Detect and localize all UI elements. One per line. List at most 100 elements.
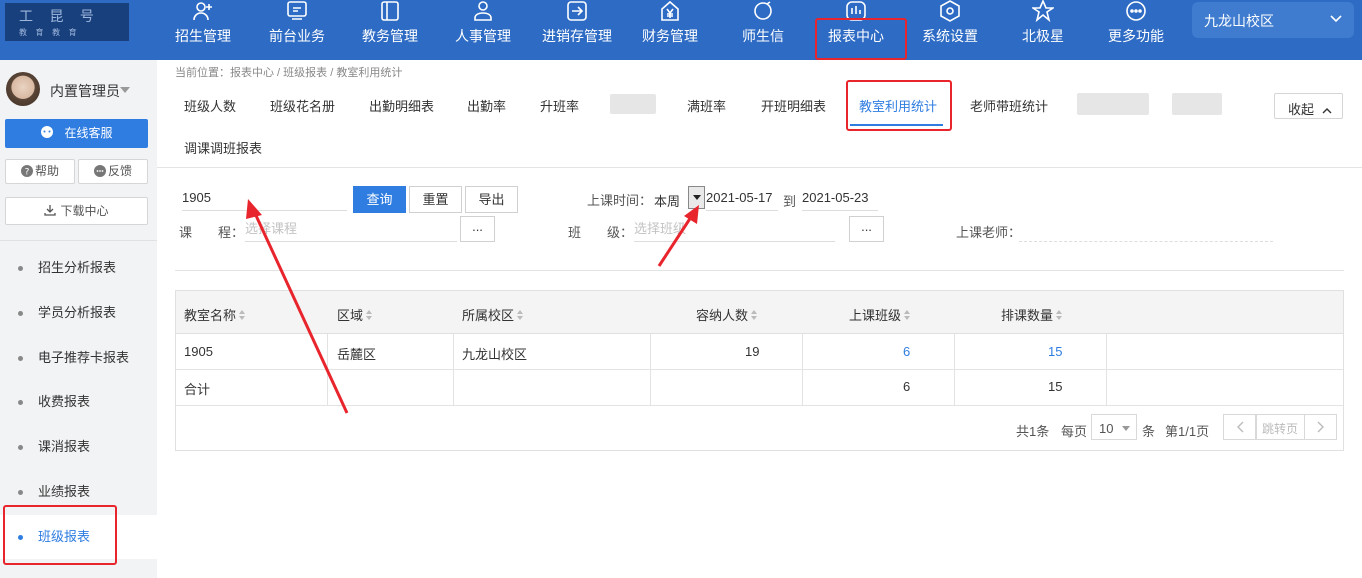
jump-page-label: 跳转页	[1262, 422, 1299, 436]
prev-page-button[interactable]	[1223, 414, 1256, 440]
sidebar-item-label: 课消报表	[38, 439, 91, 454]
page-size-select[interactable]: 10	[1091, 414, 1137, 440]
course-label: 课 程：	[179, 225, 245, 240]
yen-icon	[661, 0, 679, 21]
period-value[interactable]: 本周	[654, 191, 680, 210]
comment-icon	[93, 165, 106, 177]
logo[interactable]: 工 昆 号教 育 教 育	[5, 3, 129, 41]
nav-hr[interactable]: 人事管理	[438, 0, 528, 60]
sidebar-item-lesson-report[interactable]: 课消报表	[0, 425, 157, 469]
svg-text:?: ?	[25, 168, 30, 178]
teacher-input[interactable]	[1019, 216, 1273, 242]
tab-class-opening-detail[interactable]: 开班明细表	[761, 96, 826, 115]
nav-north-star[interactable]: 北极星	[998, 0, 1088, 60]
column-header[interactable]: 区域	[337, 305, 373, 324]
course-picker-button[interactable]: ...	[460, 216, 495, 242]
date-to-input[interactable]	[802, 185, 878, 211]
book-icon	[381, 1, 399, 21]
sort-icon[interactable]	[517, 310, 524, 321]
column-header[interactable]: 容纳人数	[696, 305, 758, 324]
table-cell-total-lessons: 15	[1048, 379, 1063, 394]
online-service-label: 在线客服	[64, 126, 113, 140]
sort-icon[interactable]	[366, 310, 373, 321]
reset-button[interactable]: 重置	[409, 186, 462, 213]
collapse-label: 收起	[1288, 102, 1315, 117]
keyword-input[interactable]	[182, 185, 347, 211]
to-label: 到	[783, 194, 797, 209]
sidebar-item-student-report[interactable]: 学员分析报表	[0, 291, 157, 335]
chevron-right-icon	[1317, 421, 1324, 433]
jump-page-button[interactable]: 跳转页	[1256, 414, 1305, 440]
sidebar-item-label: 招生分析报表	[38, 260, 117, 275]
sidebar-item-class-report[interactable]: 班级报表	[0, 515, 157, 559]
person-icon	[474, 1, 492, 21]
online-service-button[interactable]: 在线客服	[5, 119, 148, 148]
column-header[interactable]: 排课数量	[1001, 305, 1063, 324]
sidebar-item-fee-report[interactable]: 收费报表	[0, 380, 157, 424]
sort-icon[interactable]	[751, 310, 758, 321]
sidebar-item-label: 班级报表	[38, 529, 91, 544]
bullet-icon	[18, 535, 23, 540]
column-header-label: 教室名称	[184, 308, 237, 323]
campus-selector[interactable]: 九龙山校区	[1192, 2, 1354, 38]
chat-icon	[41, 126, 54, 138]
nav-finance[interactable]: 财务管理	[625, 0, 715, 60]
sort-icon[interactable]	[1056, 310, 1063, 321]
nav-label: 师生信	[742, 28, 784, 44]
chat-icon	[754, 1, 772, 20]
nav-label: 系统设置	[922, 28, 978, 44]
avatar[interactable]	[6, 72, 40, 106]
class-label: 班 级：	[568, 225, 634, 240]
tab-class-size[interactable]: 班级人数	[184, 96, 236, 115]
period-dropdown[interactable]	[688, 186, 705, 209]
table-cell-campus: 九龙山校区	[462, 347, 528, 362]
tab-full-rate[interactable]: 满班率	[687, 96, 726, 115]
nav-recruit[interactable]: 招生管理	[158, 0, 248, 60]
nav-label: 财务管理	[642, 28, 698, 44]
sort-icon[interactable]	[904, 310, 911, 321]
column-header-label: 排课数量	[1001, 308, 1054, 323]
table-cell-total-classes: 6	[903, 379, 911, 394]
caret-down-icon[interactable]	[120, 87, 130, 93]
next-page-button[interactable]	[1304, 414, 1337, 440]
nav-settings[interactable]: 系统设置	[905, 0, 995, 60]
tab-reschedule-report[interactable]: 调课调班报表	[184, 138, 262, 157]
tab-classroom-usage[interactable]: 教室利用统计	[859, 96, 937, 115]
query-button[interactable]: 查询	[353, 186, 406, 213]
download-center-button[interactable]: 下载中心	[5, 197, 148, 225]
date-from-input[interactable]	[706, 185, 778, 211]
feedback-button[interactable]: 反馈	[78, 159, 148, 184]
tab-teacher-classes[interactable]: 老师带班统计	[970, 96, 1048, 115]
class-picker-button[interactable]: ...	[849, 216, 884, 242]
tab-attendance-rate[interactable]: 出勤率	[467, 96, 506, 115]
table-cell-lessons-link[interactable]: 15	[1048, 344, 1062, 359]
column-header[interactable]: 教室名称	[184, 305, 246, 324]
nav-messages[interactable]: 师生信	[718, 0, 808, 60]
help-button[interactable]: ? 帮助	[5, 159, 75, 184]
tab-attendance-detail[interactable]: 出勤明细表	[369, 96, 434, 115]
nav-front-desk[interactable]: 前台业务	[252, 0, 342, 60]
sidebar-item-recruit-report[interactable]: 招生分析报表	[0, 246, 157, 290]
nav-academic[interactable]: 教务管理	[345, 0, 435, 60]
column-header[interactable]: 所属校区	[462, 305, 524, 324]
tab-class-roster[interactable]: 班级花名册	[270, 96, 335, 115]
collapse-button[interactable]: 收起	[1274, 93, 1343, 119]
course-input[interactable]	[245, 216, 457, 242]
nav-reports[interactable]: 报表中心	[811, 0, 901, 60]
sort-icon[interactable]	[239, 310, 246, 321]
sidebar-item-referral-report[interactable]: 电子推荐卡报表	[0, 336, 157, 380]
class-input[interactable]	[634, 216, 835, 242]
user-name[interactable]: 内置管理员	[50, 81, 120, 101]
pager-total: 共1条	[1016, 424, 1050, 439]
divider	[0, 240, 157, 241]
sidebar-item-performance-report[interactable]: 业绩报表	[0, 470, 157, 514]
nav-more[interactable]: 更多功能	[1091, 0, 1181, 60]
download-icon	[44, 205, 57, 216]
export-button[interactable]: 导出	[465, 186, 518, 213]
nav-inventory[interactable]: 进销存管理	[531, 0, 623, 60]
tab-promotion-rate[interactable]: 升班率	[540, 96, 579, 115]
monitor-icon	[287, 1, 307, 20]
table-cell-classes-link[interactable]: 6	[903, 344, 910, 359]
chevron-down-icon	[1330, 15, 1342, 23]
column-header[interactable]: 上课班级	[849, 305, 911, 324]
